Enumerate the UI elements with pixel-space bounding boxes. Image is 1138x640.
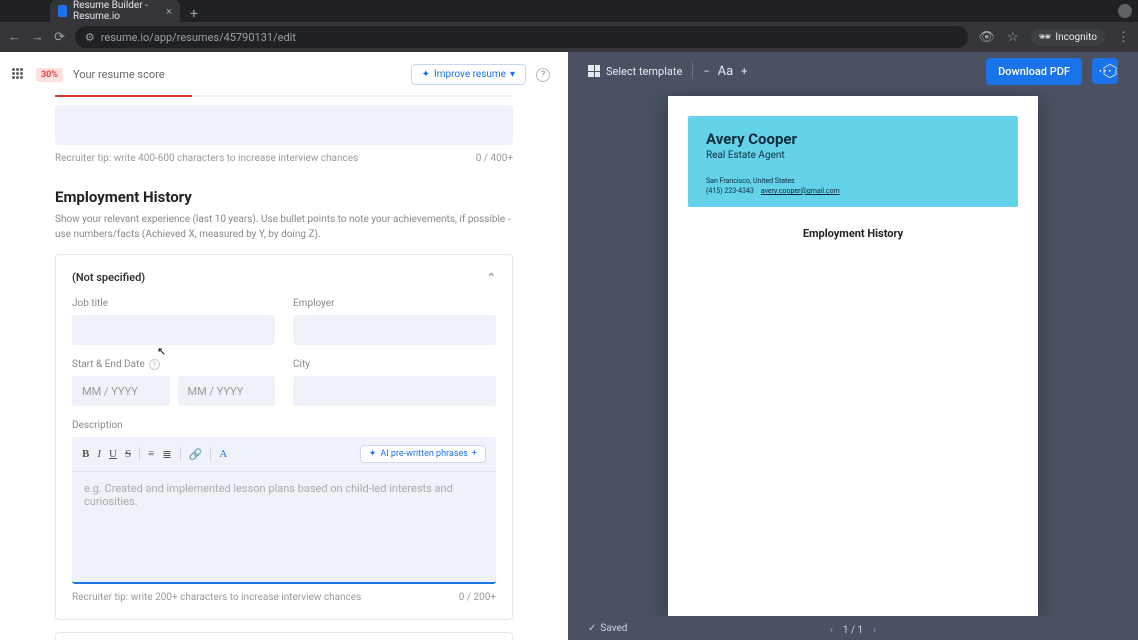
chevron-up-icon[interactable]: ⌃ [487, 271, 496, 284]
unordered-list-button[interactable]: ≣ [162, 448, 171, 461]
incognito-icon: 🕶 [1039, 32, 1052, 43]
window-menu[interactable] [1118, 4, 1132, 18]
chevron-down-icon: ▾ [510, 69, 515, 80]
site-info-icon[interactable]: ⚙ [85, 31, 95, 44]
sparkle-icon: ✦ [369, 449, 377, 459]
text-color-button[interactable]: A [219, 448, 227, 460]
improve-resume-button[interactable]: ✦ Improve resume ▾ [411, 64, 526, 85]
strike-button[interactable]: S [125, 448, 131, 460]
resume-phone: (415) 223-4343 [706, 187, 754, 195]
job-title-input[interactable] [72, 315, 275, 345]
bold-button[interactable]: B [82, 448, 89, 460]
help-icon[interactable]: ? [536, 68, 550, 82]
settings-icon[interactable] [1102, 63, 1118, 79]
font-size-icon: Aa [718, 64, 734, 79]
tip-text: Recruiter tip: write 200+ characters to … [72, 592, 361, 603]
download-pdf-button[interactable]: Download PDF [986, 58, 1082, 85]
browser-tab[interactable]: Resume Builder - Resume.io × [50, 0, 180, 22]
italic-button[interactable]: I [97, 448, 101, 460]
resume-section-heading: Employment History [698, 227, 1008, 240]
summary-textarea[interactable] [55, 105, 513, 145]
back-icon[interactable]: ← [8, 29, 21, 45]
cursor-icon: ↖ [157, 345, 166, 358]
incognito-badge: 🕶 Incognito [1031, 29, 1105, 46]
tip-text: Recruiter tip: write 400-600 characters … [55, 153, 358, 164]
ordered-list-button[interactable]: ≡ [148, 448, 154, 460]
link-button[interactable]: 🔗 [189, 448, 203, 461]
section-heading: Employment History [55, 188, 513, 206]
description-label: Description [72, 420, 496, 431]
eye-off-icon[interactable]: 👁 [978, 30, 995, 45]
forward-icon[interactable]: → [31, 29, 44, 45]
job-title-label: Job title [72, 298, 275, 309]
editor-panel: 30% Your resume score ✦ Improve resume ▾… [0, 52, 568, 640]
ai-phrases-button[interactable]: ✦ AI pre-written phrases + [360, 445, 486, 463]
new-tab-button[interactable]: + [180, 6, 208, 22]
employment-card-collapsed[interactable]: (Not specified) ⌄ [55, 632, 513, 640]
font-increase-button[interactable]: + [741, 65, 747, 78]
resume-job-title: Real Estate Agent [706, 150, 1000, 161]
plus-icon: + [472, 449, 477, 459]
employer-label: Employer [293, 298, 496, 309]
start-date-input[interactable] [72, 376, 170, 406]
browser-tabstrip: Resume Builder - Resume.io × + [0, 0, 1138, 22]
dates-label: Start & End Date [72, 359, 145, 370]
description-editor: B I U S ≡ ≣ 🔗 A ✦ [72, 437, 496, 584]
next-page-button[interactable]: › [873, 625, 876, 636]
page-indicator: 1 / 1 [843, 625, 863, 636]
select-template-button[interactable]: Select template [588, 65, 682, 78]
browser-menu-icon[interactable]: ⋮ [1117, 30, 1130, 45]
description-textarea[interactable]: e.g. Created and implemented lesson plan… [72, 472, 496, 582]
resume-name: Avery Cooper [706, 130, 1000, 148]
end-date-input[interactable] [178, 376, 276, 406]
reload-icon[interactable]: ⟳ [54, 30, 65, 45]
section-desc: Show your relevant experience (last 10 y… [55, 212, 513, 242]
resume-preview: Avery Cooper Real Estate Agent San Franc… [668, 96, 1038, 616]
font-decrease-button[interactable]: − [703, 65, 709, 78]
employment-card-expanded: (Not specified) ⌃ Job title Employer [55, 254, 513, 620]
help-icon[interactable]: ? [149, 359, 160, 370]
score-label: Your resume score [73, 68, 165, 81]
sparkle-icon: ✦ [422, 69, 430, 80]
resume-email: avery.cooper@gmail.com [761, 187, 840, 195]
underline-button[interactable]: U [109, 448, 117, 460]
check-icon: ✓ [588, 623, 596, 634]
url-text: resume.io/app/resumes/45790131/edit [101, 31, 296, 44]
city-label: City [293, 359, 496, 370]
card-title: (Not specified) [72, 271, 145, 284]
city-input[interactable] [293, 376, 496, 406]
score-progress [55, 95, 513, 97]
browser-toolbar: ← → ⟳ ⚙ resume.io/app/resumes/45790131/e… [0, 22, 1138, 52]
employer-input[interactable] [293, 315, 496, 345]
score-badge: 30% [36, 68, 63, 82]
tab-title: Resume Builder - Resume.io [73, 0, 166, 22]
url-bar[interactable]: ⚙ resume.io/app/resumes/45790131/edit [75, 26, 969, 48]
saved-indicator: ✓ Saved [588, 623, 627, 634]
grid-icon [588, 65, 600, 77]
prev-page-button[interactable]: ‹ [830, 625, 833, 636]
preview-panel: Select template − Aa + Download PDF ⋯ Av… [568, 52, 1138, 640]
resume-location: San Francisco, United States [706, 177, 1000, 185]
close-icon[interactable]: × [166, 5, 172, 18]
tab-favicon [58, 5, 67, 17]
star-icon[interactable]: ☆ [1007, 30, 1019, 45]
app-menu-icon[interactable] [12, 68, 26, 82]
